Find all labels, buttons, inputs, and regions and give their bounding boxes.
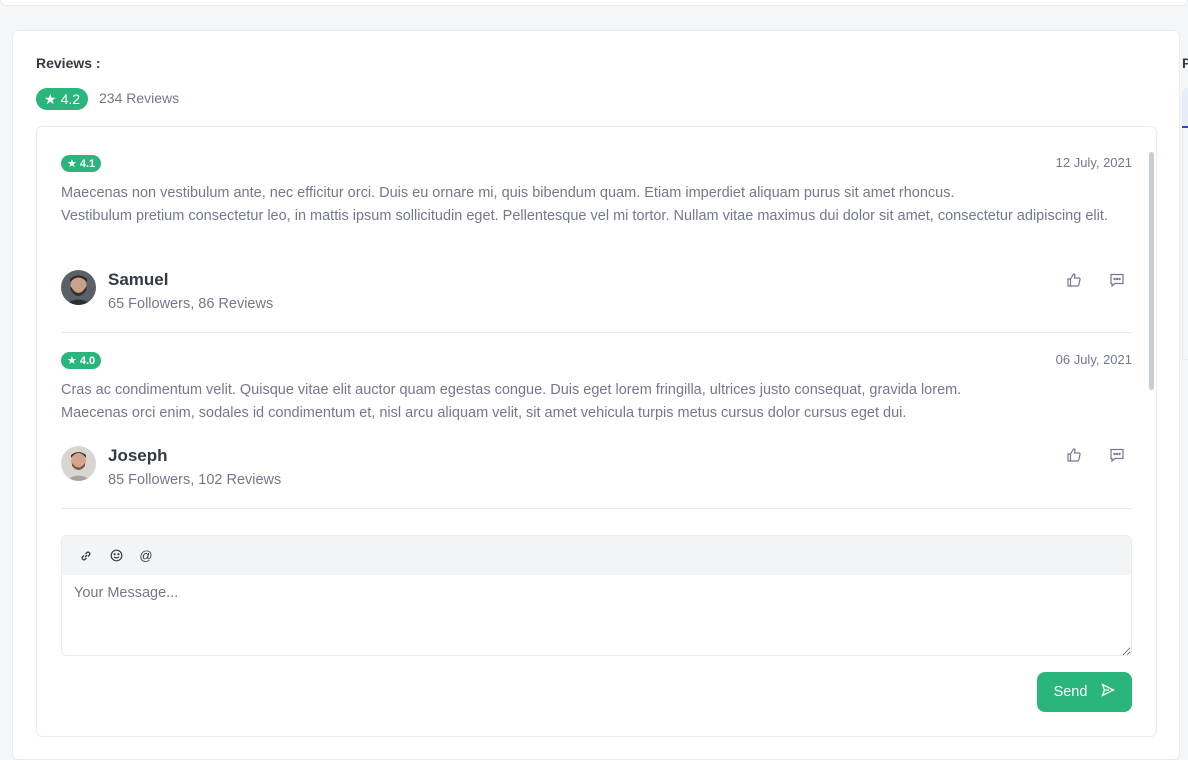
review-rating-value: 4.1 [79, 157, 96, 170]
review-divider [61, 508, 1132, 509]
review-count: 234 Reviews [99, 90, 180, 106]
review-paragraph: Maecenas non vestibulum ante, nec effici… [61, 185, 955, 201]
review-text: Cras ac condimentum velit. Quisque vitae… [61, 379, 1132, 424]
send-icon [1101, 683, 1116, 701]
composer-toolbar: @ [62, 536, 1131, 575]
review-date: 12 July, 2021 [1055, 155, 1132, 170]
reviews-title: Reviews : [36, 55, 101, 71]
review-rating-value: 4.0 [79, 354, 96, 367]
side-panel [1182, 128, 1188, 360]
reviews-scrollbar[interactable] [1149, 152, 1154, 390]
author-name[interactable]: Joseph [108, 446, 168, 466]
mention-icon[interactable]: @ [138, 548, 154, 564]
comment-icon[interactable] [1109, 447, 1125, 463]
message-composer: @ [61, 535, 1132, 656]
avatar[interactable] [61, 446, 96, 481]
side-active-tab[interactable] [1182, 88, 1188, 128]
author-name[interactable]: Samuel [108, 270, 168, 290]
review-rating-badge: ★ 4.0 [61, 352, 102, 369]
star-icon: ★ [67, 158, 77, 170]
overall-rating-value: 4.2 [60, 91, 81, 107]
review-divider [61, 332, 1132, 333]
overall-rating-badge: ★ 4.2 [36, 88, 89, 110]
message-input[interactable] [62, 575, 1131, 655]
review-paragraph: Maecenas orci enim, sodales id condiment… [61, 404, 907, 421]
star-icon: ★ [44, 90, 57, 107]
star-icon: ★ [67, 355, 77, 367]
review-paragraph: Cras ac condimentum velit. Quisque vitae… [61, 382, 962, 398]
review-item: ★ 4.1 12 July, 2021 Maecenas non vestibu… [61, 155, 1132, 315]
link-icon[interactable] [78, 548, 94, 564]
send-label: Send [1053, 684, 1088, 700]
author-meta: 85 Followers, 102 Reviews [108, 472, 282, 488]
top-card [0, 0, 1188, 6]
review-rating-badge: ★ 4.1 [61, 155, 102, 172]
comment-icon[interactable] [1109, 272, 1125, 288]
side-card-title: P [1182, 55, 1188, 71]
review-text: Maecenas non vestibulum ante, nec effici… [61, 182, 1132, 227]
review-paragraph: Vestibulum pretium consectetur leo, in m… [61, 207, 1108, 224]
review-date: 06 July, 2021 [1055, 352, 1132, 367]
side-card: P [1182, 55, 1188, 365]
like-icon[interactable] [1066, 447, 1082, 463]
emoji-icon[interactable] [108, 548, 124, 564]
review-item: ★ 4.0 06 July, 2021 Cras ac condimentum … [61, 352, 1132, 502]
avatar[interactable] [61, 270, 96, 305]
send-button[interactable]: Send [1037, 672, 1132, 712]
author-meta: 65 Followers, 86 Reviews [108, 296, 274, 312]
like-icon[interactable] [1066, 272, 1082, 288]
